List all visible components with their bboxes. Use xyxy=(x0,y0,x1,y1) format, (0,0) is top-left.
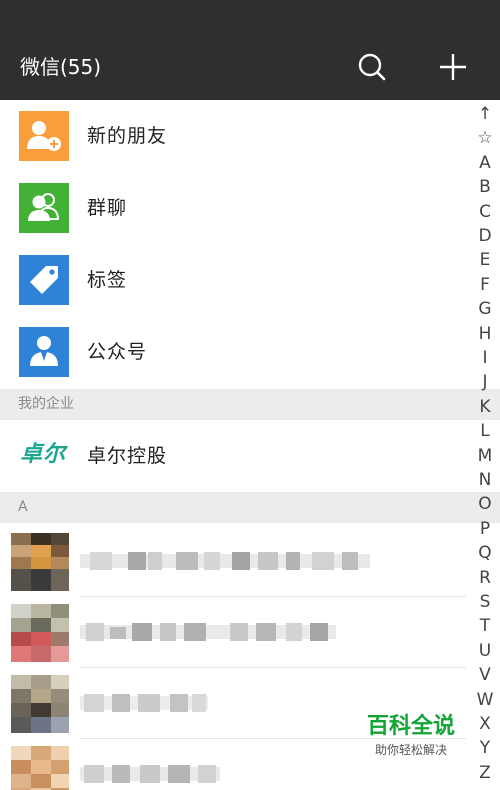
index-letter[interactable]: P xyxy=(470,519,500,539)
index-letter[interactable]: ↑ xyxy=(470,104,500,124)
index-letter[interactable]: M xyxy=(470,446,500,466)
watermark-logo: 百科全说 助你轻松解决 xyxy=(362,714,460,762)
index-letter[interactable]: G xyxy=(470,299,500,319)
index-letter[interactable]: F xyxy=(470,275,500,295)
watermark-title: 百科全说 xyxy=(366,714,455,739)
index-letter[interactable]: W xyxy=(470,690,500,710)
menu-item-label: 新的朋友 xyxy=(87,125,168,147)
contact-name-blurred xyxy=(80,694,208,712)
menu-item-new-friends[interactable]: 新的朋友 xyxy=(0,100,470,172)
index-letter[interactable]: K xyxy=(470,397,500,417)
avatar xyxy=(11,533,69,591)
watermark-subtitle: 助你轻松解决 xyxy=(374,743,447,757)
alphabet-index-bar[interactable]: ↑ ☆ A B C D E F G H I J K L M N O P Q R S T U V W X Y Z xyxy=(470,100,500,790)
menu-item-group-chat[interactable]: 群聊 xyxy=(0,172,470,244)
section-label: 我的企业 xyxy=(18,396,74,412)
menu-item-label: 标签 xyxy=(87,269,128,291)
index-letter[interactable]: Z xyxy=(470,763,500,783)
menu-item-label: 群聊 xyxy=(87,197,128,219)
index-letter[interactable]: A xyxy=(470,153,500,173)
page-title: 微信(55) xyxy=(20,55,102,79)
contact-item[interactable] xyxy=(0,526,470,596)
index-letter[interactable]: Y xyxy=(470,738,500,758)
avatar xyxy=(11,746,69,790)
section-label: A xyxy=(18,499,28,515)
index-letter[interactable]: I xyxy=(470,348,500,368)
contact-name-blurred xyxy=(80,765,220,783)
index-letter[interactable]: B xyxy=(470,177,500,197)
menu-item-tags[interactable]: 标签 xyxy=(0,244,470,316)
index-letter[interactable]: T xyxy=(470,616,500,636)
tag-icon xyxy=(19,255,69,305)
section-header-enterprise: 我的企业 xyxy=(0,389,500,420)
contact-item[interactable] xyxy=(0,597,470,667)
index-letter[interactable]: D xyxy=(470,226,500,246)
group-chat-icon xyxy=(19,183,69,233)
index-letter[interactable]: X xyxy=(470,714,500,734)
menu-item-official-accounts[interactable]: 公众号 xyxy=(0,316,470,388)
index-letter[interactable]: R xyxy=(470,568,500,588)
enterprise-logo: 卓尔 xyxy=(20,442,67,467)
search-icon[interactable] xyxy=(356,51,388,83)
contacts-screen: 微信(55) 新的朋友 群聊 标签 公众号 我的企业 卓尔 卓尔控股 A ↑ ☆… xyxy=(0,0,500,790)
avatar xyxy=(11,675,69,733)
index-letter[interactable]: ☆ xyxy=(470,128,500,148)
enterprise-name: 卓尔控股 xyxy=(87,445,168,467)
contact-name-blurred xyxy=(80,623,336,641)
plus-icon[interactable] xyxy=(437,51,469,83)
index-letter[interactable]: C xyxy=(470,202,500,222)
menu-item-label: 公众号 xyxy=(87,341,148,363)
index-letter[interactable]: Q xyxy=(470,543,500,563)
contact-name-blurred xyxy=(80,552,370,570)
enterprise-item-zall[interactable]: 卓尔 卓尔控股 xyxy=(0,420,470,492)
index-letter[interactable]: U xyxy=(470,641,500,661)
index-letter[interactable]: J xyxy=(470,372,500,392)
avatar xyxy=(11,604,69,662)
index-letter[interactable]: N xyxy=(470,470,500,490)
index-letter[interactable]: S xyxy=(470,592,500,612)
index-letter[interactable]: V xyxy=(470,665,500,685)
header-bar: 微信(55) xyxy=(0,34,500,100)
index-letter[interactable]: O xyxy=(470,494,500,514)
index-letter[interactable]: L xyxy=(470,421,500,441)
section-header-a: A xyxy=(0,492,500,523)
index-letter[interactable]: E xyxy=(470,250,500,270)
index-letter[interactable]: H xyxy=(470,324,500,344)
official-account-icon xyxy=(19,327,69,377)
add-friend-icon xyxy=(19,111,69,161)
status-bar xyxy=(0,0,500,34)
